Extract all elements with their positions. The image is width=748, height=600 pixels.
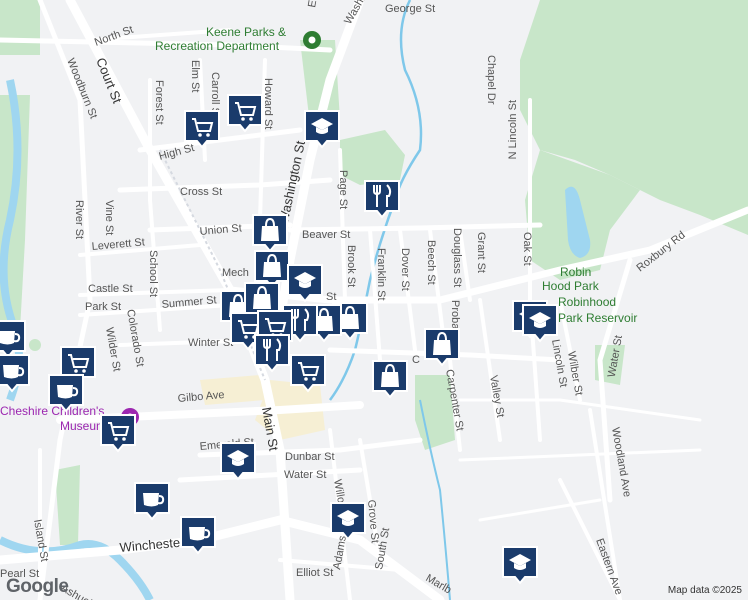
google-logo: Google bbox=[6, 576, 69, 597]
map-marker-coffee[interactable] bbox=[0, 320, 26, 359]
map-marker-bag[interactable] bbox=[372, 360, 408, 399]
map-marker-coffee[interactable] bbox=[180, 516, 216, 555]
marker-background bbox=[184, 110, 220, 149]
map-marker-school[interactable] bbox=[522, 304, 558, 343]
markers-layer bbox=[0, 94, 558, 585]
map-marker-cart[interactable] bbox=[227, 94, 263, 133]
map-marker-restaurant[interactable] bbox=[254, 334, 290, 373]
map-attribution[interactable]: Map data ©2025 bbox=[668, 585, 742, 596]
map-marker-cart[interactable] bbox=[290, 354, 326, 393]
marker-background bbox=[290, 354, 326, 393]
map-marker-school[interactable] bbox=[287, 264, 323, 303]
map-marker-coffee[interactable] bbox=[0, 354, 30, 393]
marker-background bbox=[254, 334, 290, 373]
map-marker-cart[interactable] bbox=[100, 414, 136, 453]
map-marker-school[interactable] bbox=[304, 110, 340, 149]
map-marker-cart[interactable] bbox=[184, 110, 220, 149]
map-marker-school[interactable] bbox=[220, 442, 256, 481]
map-marker-school[interactable] bbox=[502, 546, 538, 585]
map-marker-school[interactable] bbox=[330, 502, 366, 541]
marker-background bbox=[100, 414, 136, 453]
marker-background bbox=[364, 180, 400, 219]
map-marker-coffee[interactable] bbox=[48, 374, 84, 413]
map-marker-restaurant[interactable] bbox=[364, 180, 400, 219]
map-marker-bag[interactable] bbox=[254, 250, 290, 289]
map-marker-bag[interactable] bbox=[424, 328, 460, 367]
map-marker-bag[interactable] bbox=[252, 214, 288, 253]
marker-background bbox=[227, 94, 263, 133]
map-marker-coffee[interactable] bbox=[134, 482, 170, 521]
map-canvas[interactable]: North St Washington St George St Woodbur… bbox=[0, 0, 748, 600]
